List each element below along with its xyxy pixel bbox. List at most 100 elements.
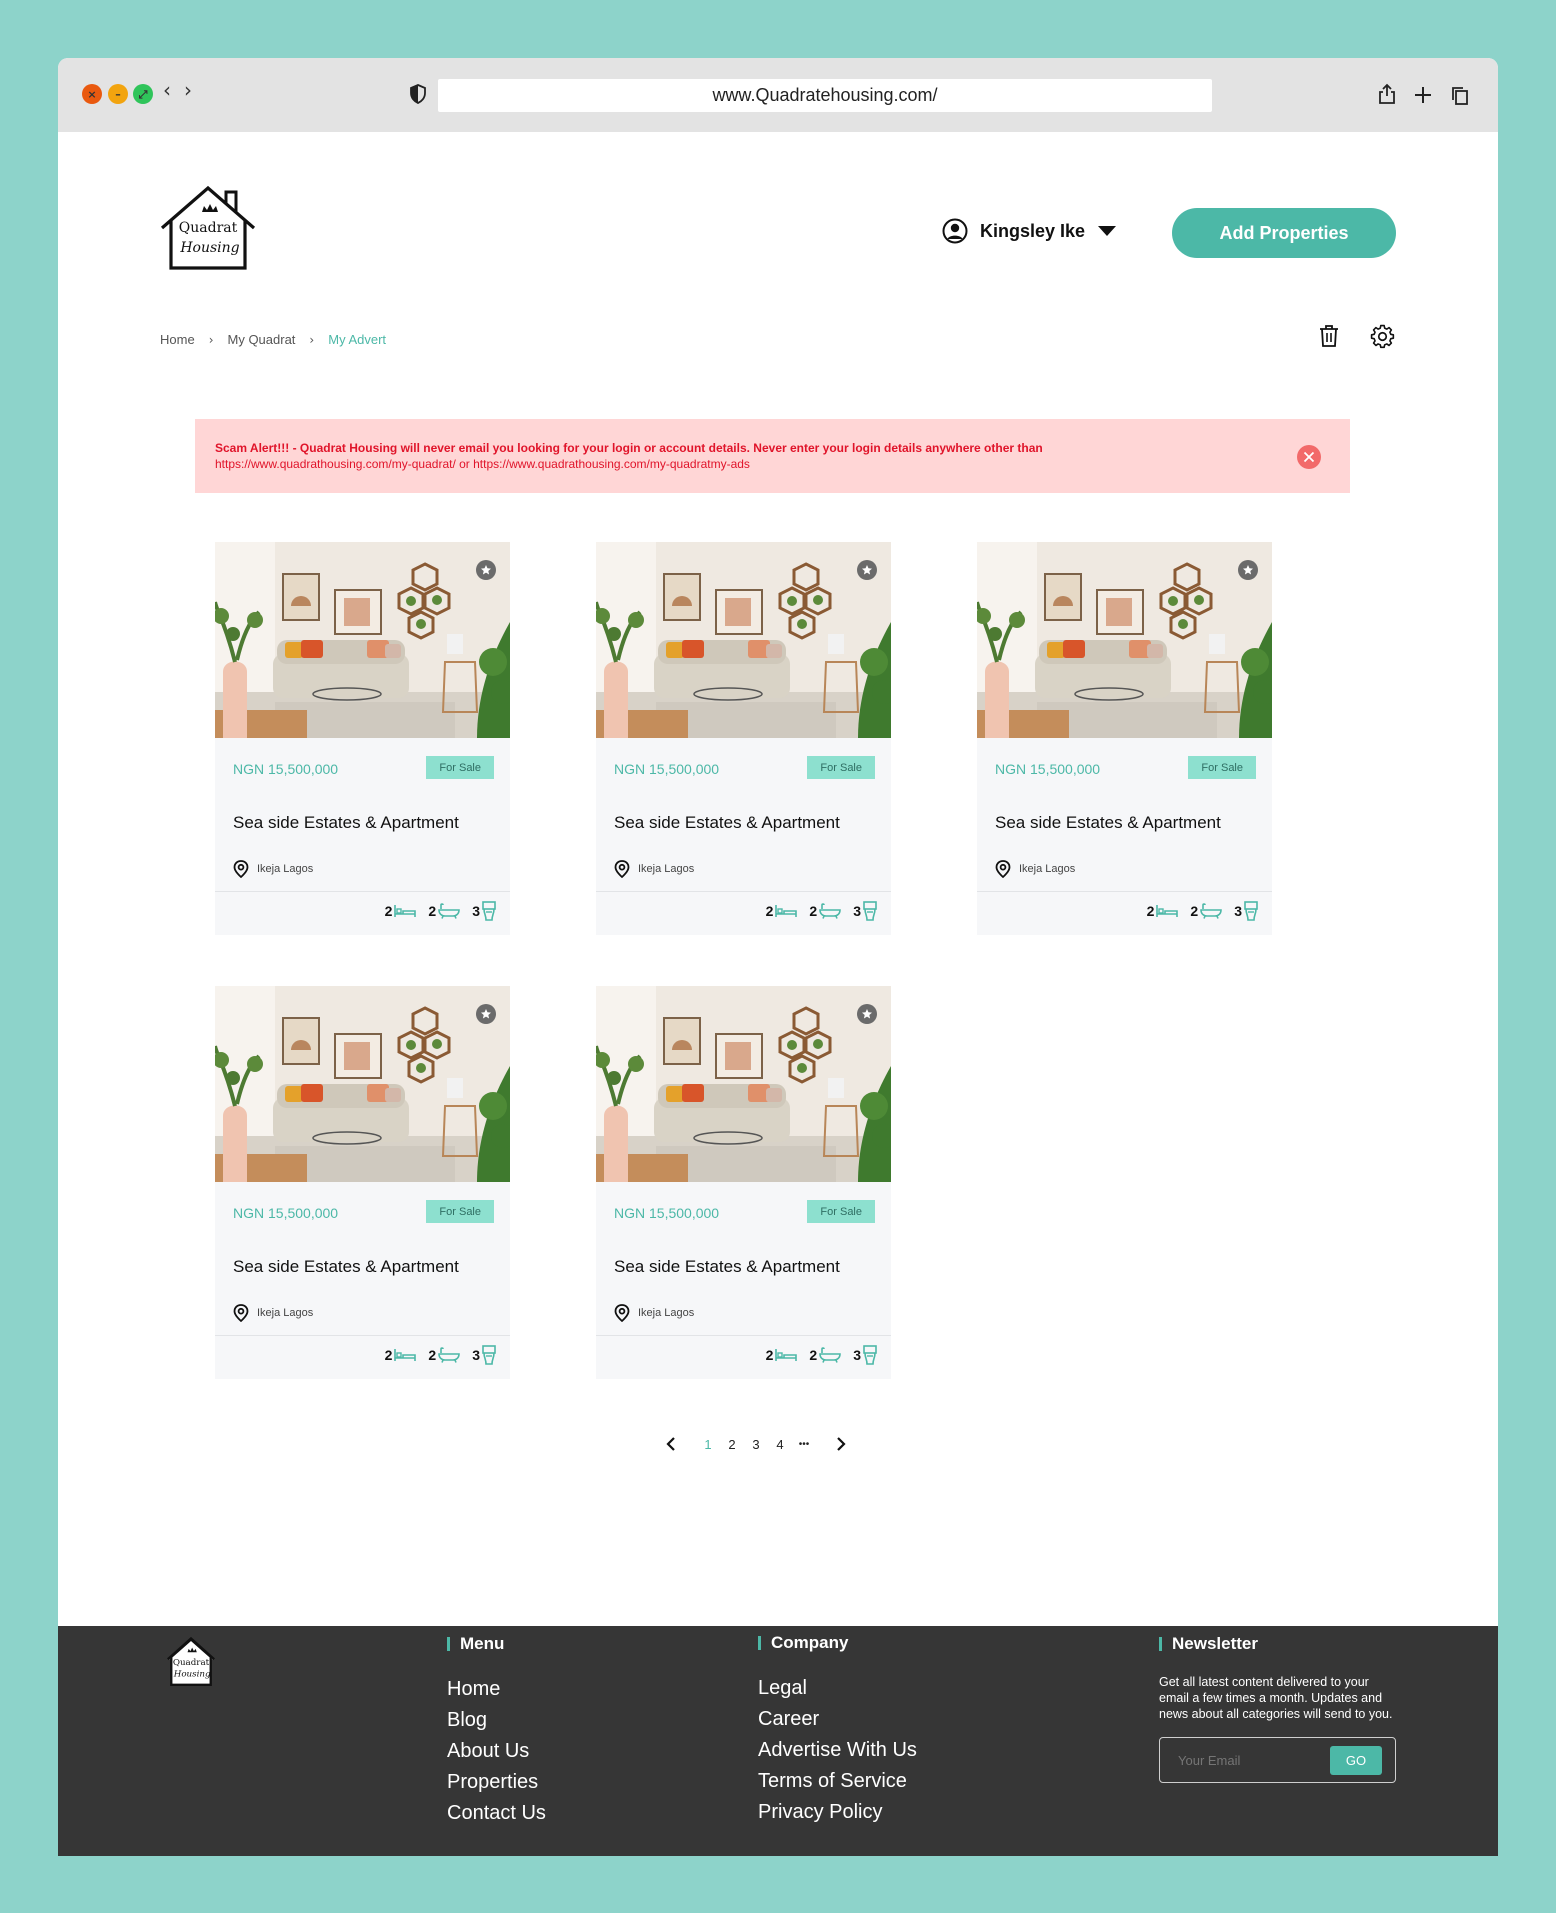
property-photo[interactable]	[596, 986, 891, 1182]
bedrooms-count: 2	[765, 1347, 774, 1363]
trash-icon[interactable]	[1318, 324, 1340, 348]
star-icon	[481, 565, 491, 575]
newsletter-description: Get all latest content delivered to your…	[1159, 1675, 1393, 1721]
back-icon[interactable]: ‹	[163, 80, 171, 100]
page-4[interactable]: 4	[768, 1437, 792, 1452]
property-features: 2 2 3	[766, 1345, 877, 1365]
bed-icon	[394, 1349, 417, 1361]
property-features: 2 2 3	[1147, 901, 1258, 921]
property-card[interactable]: NGN 15,500,000 For Sale Sea side Estates…	[977, 542, 1272, 935]
footer-company-career[interactable]: Career	[758, 1704, 917, 1735]
property-card[interactable]: NGN 15,500,000 For Sale Sea side Estates…	[215, 986, 510, 1379]
bedrooms-feature: 2	[766, 903, 798, 919]
footer-menu-home[interactable]: Home	[447, 1674, 546, 1705]
footer-company-advertise[interactable]: Advertise With Us	[758, 1735, 917, 1766]
property-title[interactable]: Sea side Estates & Apartment	[995, 813, 1221, 833]
card-divider	[215, 1335, 510, 1336]
newsletter-email-input[interactable]	[1168, 1746, 1318, 1774]
favorite-star-button[interactable]	[857, 1004, 877, 1024]
property-price: NGN 15,500,000	[614, 1205, 720, 1221]
footer-menu-contact[interactable]: Contact Us	[447, 1798, 546, 1829]
location-pin-icon	[233, 1304, 249, 1322]
browser-window: × – ⤢ ‹ › www.Quadratehousing.com/ Quadr…	[58, 58, 1498, 1856]
bathrooms-feature: 2	[809, 1347, 842, 1363]
footer-heading-bar	[758, 1636, 761, 1650]
toilet-icon	[863, 901, 877, 921]
location-pin-icon	[614, 1304, 630, 1322]
page-1[interactable]: 1	[696, 1437, 720, 1452]
url-bar[interactable]: www.Quadratehousing.com/	[438, 79, 1212, 112]
property-title[interactable]: Sea side Estates & Apartment	[233, 1257, 459, 1277]
property-card[interactable]: NGN 15,500,000 For Sale Sea side Estates…	[596, 542, 891, 935]
location-text: Ikeja Lagos	[257, 1307, 314, 1319]
star-icon	[1243, 565, 1253, 575]
property-title[interactable]: Sea side Estates & Apartment	[233, 813, 459, 833]
favorite-star-button[interactable]	[857, 560, 877, 580]
footer-company-legal[interactable]: Legal	[758, 1673, 917, 1704]
card-divider	[215, 891, 510, 892]
property-photo[interactable]	[977, 542, 1272, 738]
bathtub-icon	[438, 903, 461, 919]
card-divider	[977, 891, 1272, 892]
breadcrumb-my-advert[interactable]: My Advert	[328, 332, 386, 347]
toilets-feature: 3	[853, 901, 877, 921]
alert-close-button[interactable]	[1297, 445, 1321, 469]
toilet-icon	[863, 1345, 877, 1365]
forward-icon[interactable]: ›	[184, 80, 192, 100]
new-tab-icon[interactable]	[1414, 86, 1432, 104]
window-close-button[interactable]: ×	[82, 84, 102, 104]
page-2[interactable]: 2	[720, 1437, 744, 1452]
footer-heading-bar	[1159, 1637, 1162, 1651]
newsletter-go-button[interactable]: GO	[1330, 1746, 1382, 1775]
toilets-count: 3	[472, 903, 480, 919]
bedrooms-feature: 2	[385, 1347, 417, 1363]
location-text: Ikeja Lagos	[257, 863, 314, 875]
property-title[interactable]: Sea side Estates & Apartment	[614, 813, 840, 833]
footer-menu-blog[interactable]: Blog	[447, 1705, 546, 1736]
property-title[interactable]: Sea side Estates & Apartment	[614, 1257, 840, 1277]
pagination: 1 2 3 4 •••	[666, 1436, 846, 1452]
window-maximize-button[interactable]: ⤢	[133, 84, 153, 104]
property-photo[interactable]	[596, 542, 891, 738]
footer-company-terms[interactable]: Terms of Service	[758, 1766, 917, 1797]
settings-gear-icon[interactable]	[1370, 324, 1395, 349]
add-properties-button[interactable]: Add Properties	[1172, 208, 1396, 258]
favorite-star-button[interactable]	[476, 1004, 496, 1024]
footer-company-privacy[interactable]: Privacy Policy	[758, 1797, 917, 1828]
bedrooms-count: 2	[1146, 903, 1155, 919]
property-card[interactable]: NGN 15,500,000 For Sale Sea side Estates…	[215, 542, 510, 935]
location-text: Ikeja Lagos	[638, 863, 695, 875]
bedrooms-feature: 2	[766, 1347, 798, 1363]
share-icon[interactable]	[1378, 83, 1396, 105]
bathrooms-feature: 2	[1190, 903, 1223, 919]
property-photo[interactable]	[215, 542, 510, 738]
for-sale-tag: For Sale	[807, 1200, 875, 1223]
pagination-next-icon[interactable]	[836, 1436, 846, 1452]
user-menu[interactable]: Kingsley Ike	[942, 218, 1117, 244]
footer-menu-about[interactable]: About Us	[447, 1736, 546, 1767]
property-card[interactable]: NGN 15,500,000 For Sale Sea side Estates…	[596, 986, 891, 1379]
alert-links[interactable]: https://www.quadrathousing.com/my-quadra…	[215, 457, 750, 471]
breadcrumb-my-quadrat[interactable]: My Quadrat	[228, 332, 296, 347]
footer-logo[interactable]: Quadrat Housing	[162, 1634, 220, 1693]
favorite-star-button[interactable]	[476, 560, 496, 580]
breadcrumb-separator-icon: ›	[208, 332, 214, 347]
bathrooms-count: 2	[809, 903, 818, 919]
breadcrumb-home[interactable]: Home	[160, 332, 195, 347]
bedrooms-count: 2	[384, 903, 393, 919]
window-minimize-button[interactable]: –	[108, 84, 128, 104]
footer-logo-housing: Housing	[173, 1670, 211, 1680]
bed-icon	[775, 1349, 798, 1361]
site-logo[interactable]: Quadrat Housing	[158, 182, 258, 277]
footer-menu-properties[interactable]: Properties	[447, 1767, 546, 1798]
toilet-icon	[482, 901, 496, 921]
tabs-overview-icon[interactable]	[1451, 86, 1469, 106]
property-photo[interactable]	[215, 986, 510, 1182]
bathtub-icon	[819, 1347, 842, 1363]
card-divider	[596, 891, 891, 892]
favorite-star-button[interactable]	[1238, 560, 1258, 580]
caret-down-icon[interactable]	[1097, 225, 1117, 237]
page-3[interactable]: 3	[744, 1437, 768, 1452]
toilets-feature: 3	[853, 1345, 877, 1365]
pagination-prev-icon[interactable]	[666, 1436, 676, 1452]
